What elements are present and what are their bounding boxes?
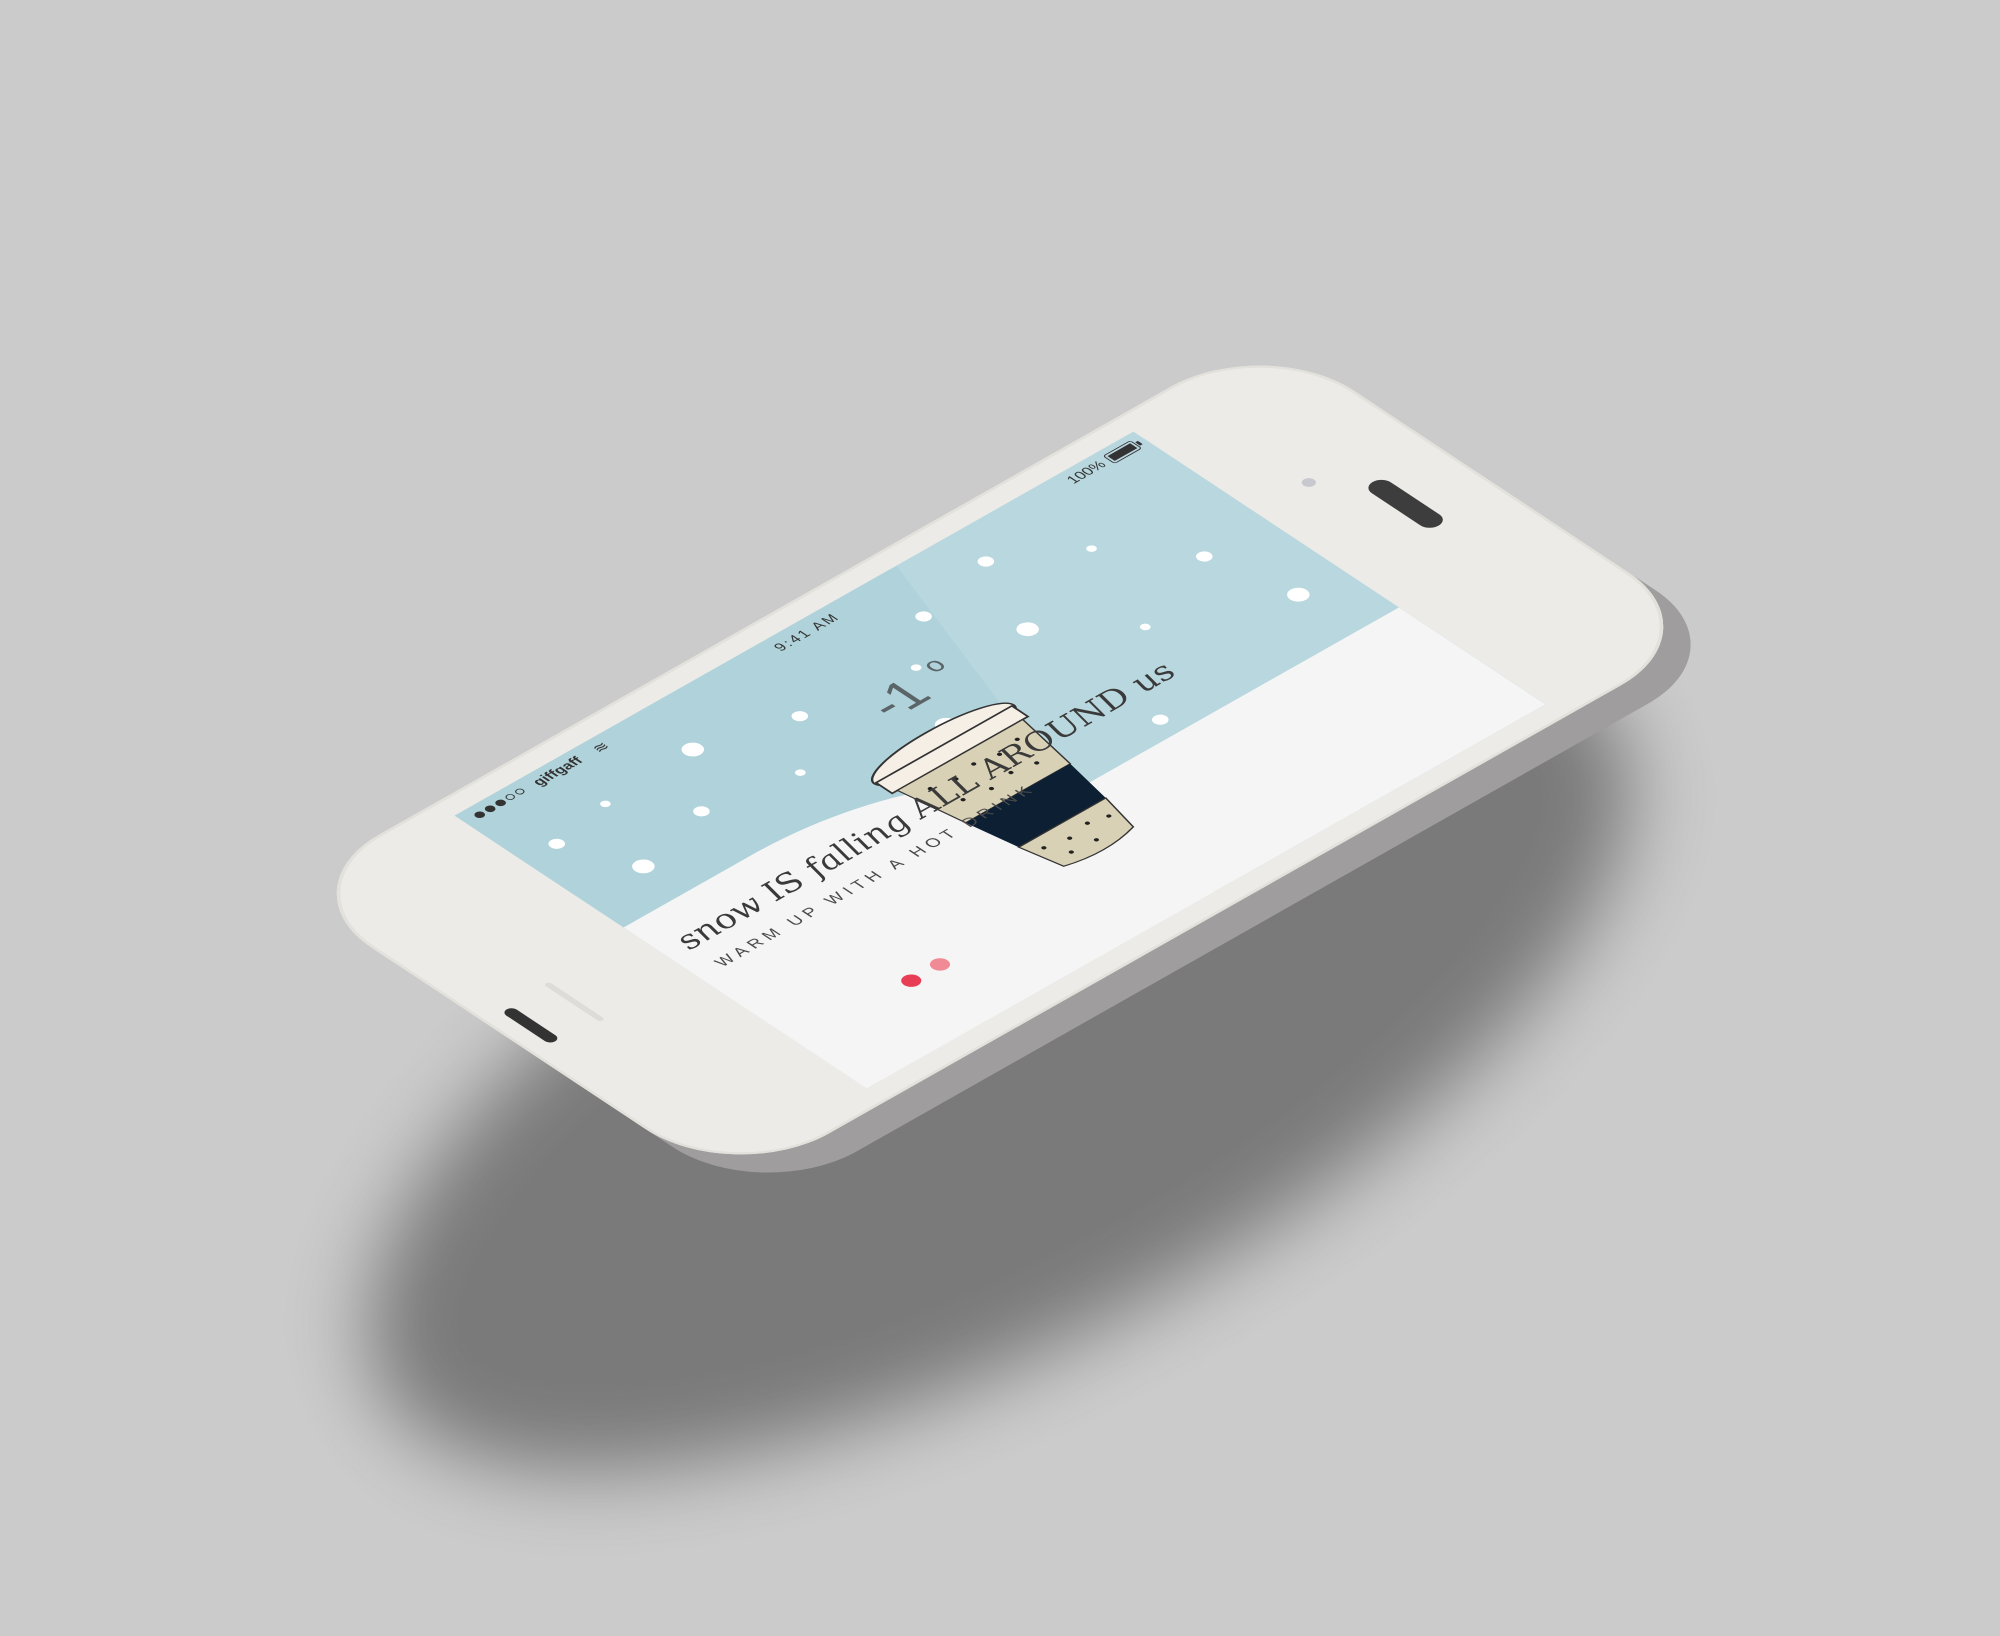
home-indicator [543, 981, 606, 1022]
battery-icon [1102, 440, 1143, 464]
earpiece-speaker [1363, 476, 1449, 532]
phone-device: giffgaff ≋ 9:41 AM 100% -1 o snow IS fal… [282, 332, 1745, 1206]
temperature-value: -1 [853, 671, 944, 727]
degree-symbol: o [915, 653, 954, 678]
mockup-scene: giffgaff ≋ 9:41 AM 100% -1 o snow IS fal… [0, 0, 2000, 1636]
headphone-jack [501, 1006, 561, 1045]
front-camera-icon [1298, 476, 1319, 489]
